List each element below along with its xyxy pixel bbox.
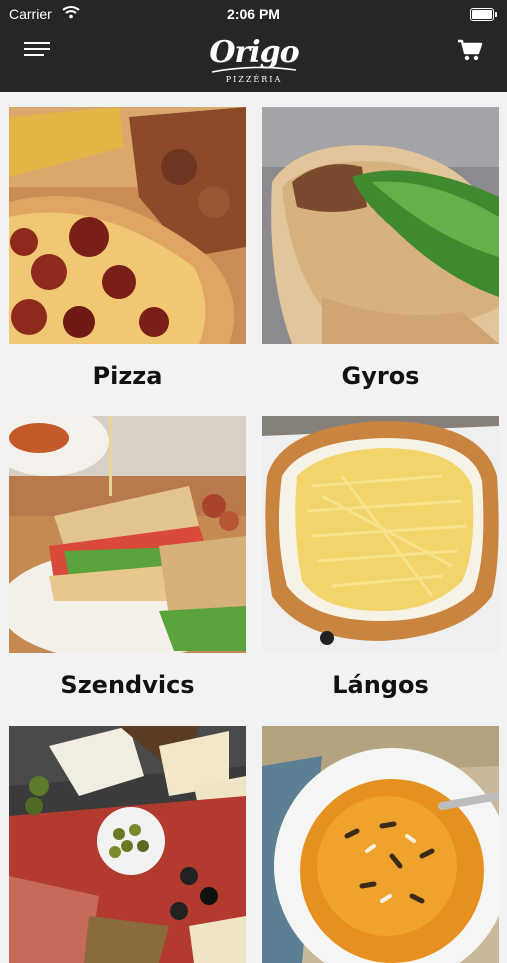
platter-photo — [9, 726, 246, 963]
category-label-pizza: Pizza — [92, 362, 163, 390]
brand-name: Origo — [209, 35, 299, 70]
gyros-photo — [262, 107, 499, 344]
status-bar: Carrier 2:06 PM — [0, 0, 507, 28]
szendvics-photo — [9, 416, 246, 653]
category-label-szendvics: Szendvics — [60, 671, 195, 699]
battery-icon — [470, 8, 497, 21]
category-grid: Pizza Gyros Szendvics Lángos — [0, 92, 507, 963]
soup-photo — [262, 726, 499, 963]
brand-logo: Origo PIZZÉRIA — [206, 36, 302, 88]
langos-photo — [262, 416, 499, 653]
shopping-cart-icon[interactable] — [457, 38, 483, 62]
status-time: 2:06 PM — [227, 6, 280, 22]
logo-swoosh — [211, 66, 297, 73]
pizza-photo — [9, 107, 246, 344]
app-header: Carrier 2:06 PM Origo PIZZÉRIA — [0, 0, 507, 92]
category-label-gyros: Gyros — [341, 362, 420, 390]
hamburger-menu-icon[interactable] — [24, 42, 50, 58]
brand-subtitle: PIZZÉRIA — [225, 75, 283, 84]
category-label-langos: Lángos — [332, 671, 429, 699]
